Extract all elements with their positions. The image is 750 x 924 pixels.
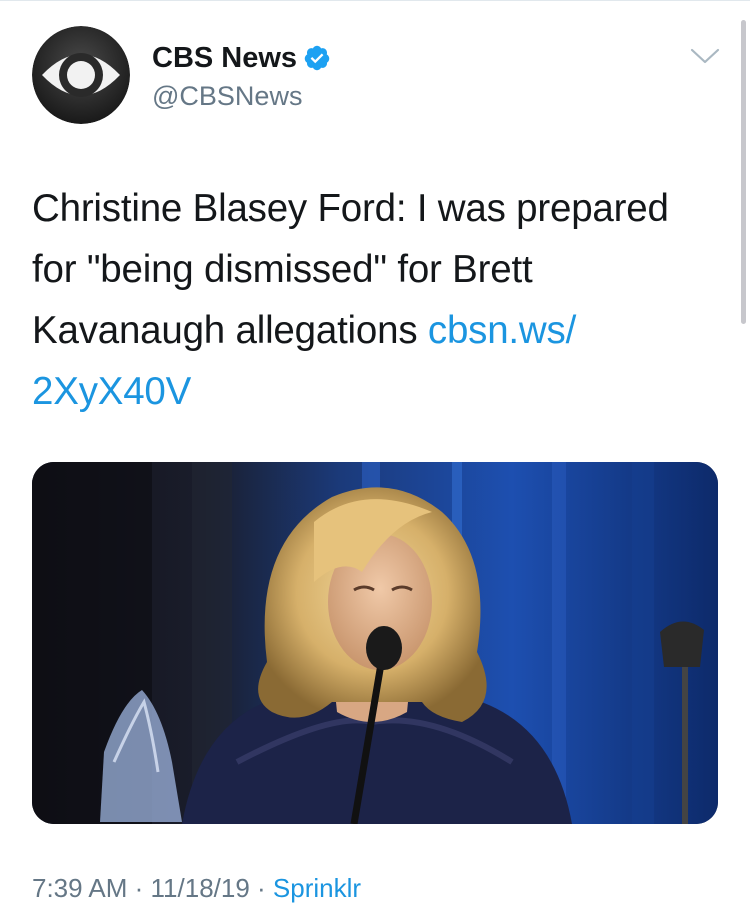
tweet-media-photo[interactable] [32,462,718,824]
tweet-text: Christine Blasey Ford: I was prepared fo… [32,178,732,422]
top-divider [0,0,750,1]
author-row: CBS News [152,40,331,76]
tweet-date[interactable]: 11/18/19 [151,873,250,903]
author-name[interactable]: CBS News [152,40,297,76]
tweet-text-line-2: for "being dismissed" for Brett [32,248,533,291]
tweet-time[interactable]: 7:39 AM [32,873,127,903]
cbs-eye-logo-icon [32,26,130,124]
avatar[interactable] [32,26,130,124]
author-handle[interactable]: @CBSNews [152,80,302,112]
tweet-text-line-1: Christine Blasey Ford: I was prepared [32,187,669,230]
scrollbar[interactable] [741,20,746,324]
verified-badge-icon [304,45,330,71]
meta-separator-2: · [249,873,273,903]
meta-separator: · [127,873,151,903]
tweet-meta: 7:39 AM · 11/18/19 · Sprinklr [32,872,361,904]
tweet-link-continued[interactable]: 2XyX40V [32,361,732,422]
tweet-link[interactable]: cbsn.ws/ [428,309,576,352]
photo-icon [32,462,718,824]
tweet-text-line-3: Kavanaugh allegations cbsn.ws/ [32,300,732,361]
tweet-source[interactable]: Sprinklr [273,873,361,903]
chevron-down-icon[interactable] [688,44,722,68]
tweet-text-line-3-text: Kavanaugh allegations [32,309,428,352]
